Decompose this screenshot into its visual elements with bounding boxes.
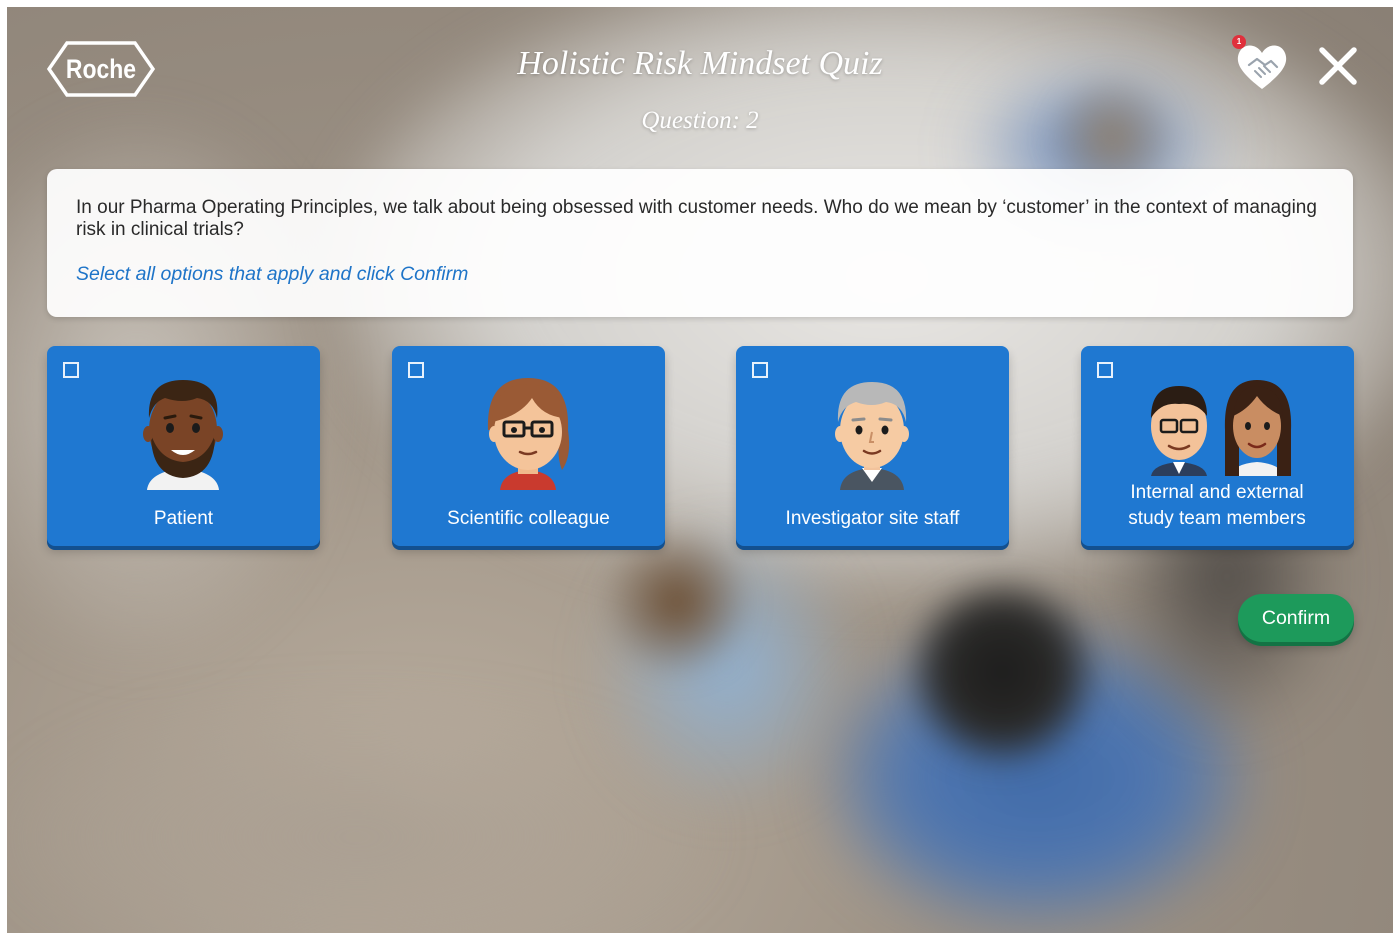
option-label: Internal and external study team members <box>1128 482 1306 529</box>
quiz-title: Holistic Risk Mindset Quiz <box>517 45 883 82</box>
question-text: In our Pharma Operating Principles, we t… <box>76 197 1317 240</box>
option-label: Scientific colleague <box>447 508 610 529</box>
option-investigator-site-staff[interactable]: Investigator site staff <box>736 346 1009 546</box>
option-label: Patient <box>153 508 214 529</box>
notification-badge: 1 <box>1232 35 1246 49</box>
quiz-screen: Roche Holistic Risk Mindset Quiz Questio… <box>7 7 1393 933</box>
team-avatar-icon <box>1151 380 1292 476</box>
confirm-button[interactable]: Confirm <box>1238 594 1354 642</box>
question-panel: In our Pharma Operating Principles, we t… <box>47 169 1353 317</box>
option-study-team-members[interactable]: Internal and external study team members <box>1081 346 1354 546</box>
question-number: Question: 2 <box>641 107 759 134</box>
logo-text: Roche <box>65 54 137 84</box>
close-icon[interactable] <box>1313 41 1363 91</box>
patient-avatar-icon <box>143 380 223 490</box>
instruction-text: Select all options that apply and click … <box>76 263 469 285</box>
option-label: Investigator site staff <box>785 508 960 529</box>
option-patient[interactable]: Patient <box>47 346 320 546</box>
investigator-avatar-icon <box>835 382 909 490</box>
scientist-avatar-icon <box>487 378 570 490</box>
roche-logo: Roche <box>47 41 155 97</box>
option-scientific-colleague[interactable]: Scientific colleague <box>392 346 665 546</box>
